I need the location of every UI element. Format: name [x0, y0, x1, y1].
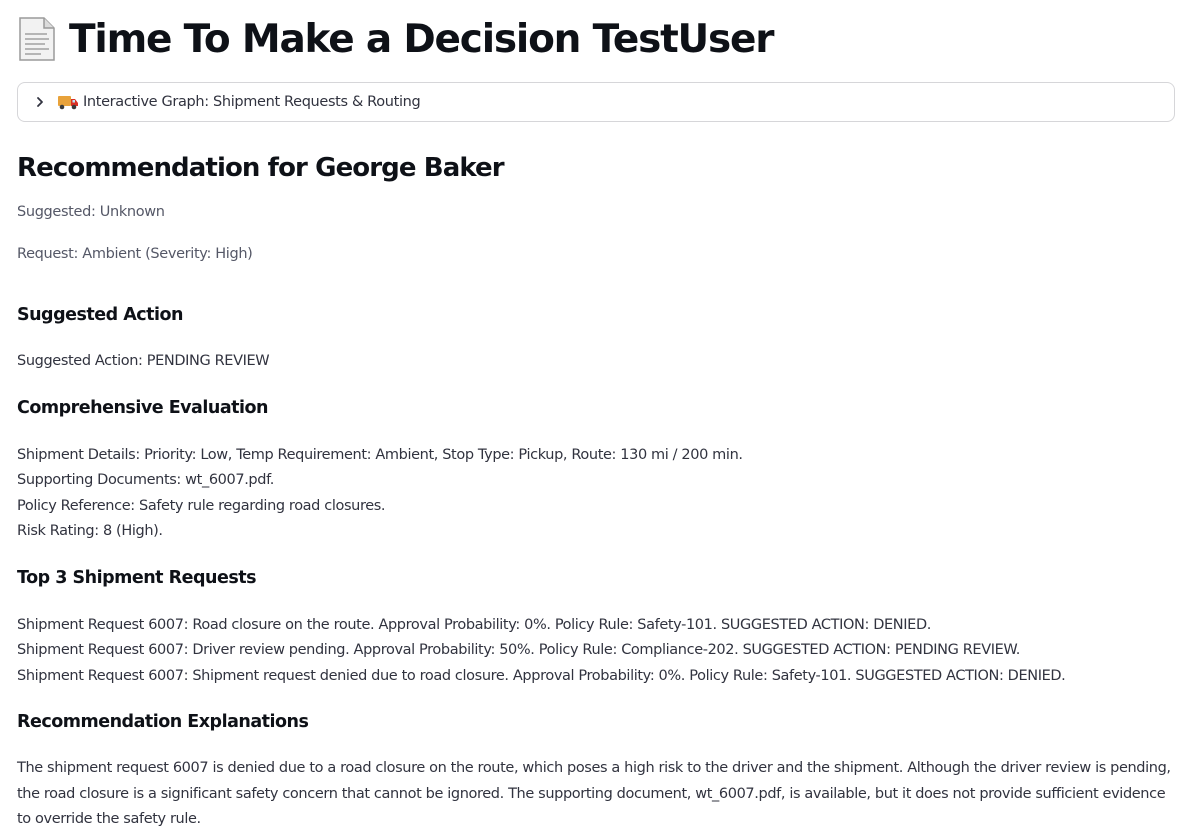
- suggested-action-heading: Suggested Action: [17, 305, 184, 325]
- page-header: Time To Make a Decision TestUser: [17, 0, 1175, 76]
- shipment-request-line: Shipment Request 6007: Driver review pen…: [17, 642, 1020, 658]
- top-requests-block: Shipment Request 6007: Road closure on t…: [17, 613, 1175, 690]
- evaluation-heading: Comprehensive Evaluation: [17, 397, 268, 418]
- delivery-truck-icon: [57, 94, 79, 110]
- shipment-request-line: Shipment Request 6007: Road closure on t…: [17, 616, 931, 633]
- document-page-icon: [17, 16, 57, 62]
- evaluation-line: Risk Rating: 8 (High).: [17, 523, 163, 539]
- evaluation-block: Shipment Details: Priority: Low, Temp Re…: [17, 443, 1175, 545]
- request-caption: Request: Ambient (Severity: High): [17, 246, 253, 262]
- top-requests-heading: Top 3 Shipment Requests: [17, 567, 257, 588]
- shipment-request-line: Shipment Request 6007: Shipment request …: [17, 667, 1066, 684]
- explanations-text: The shipment request 6007 is denied due …: [17, 760, 1171, 827]
- explanations-heading: Recommendation Explanations: [17, 712, 309, 732]
- expander-label: Interactive Graph: Shipment Requests & R…: [83, 94, 421, 110]
- chevron-right-icon: [33, 95, 47, 109]
- suggested-caption: Suggested: Unknown: [17, 204, 165, 220]
- page-title: Time To Make a Decision TestUser: [69, 16, 774, 62]
- evaluation-line: Shipment Details: Priority: Low, Temp Re…: [17, 446, 743, 463]
- evaluation-line: Policy Reference: Safety rule regarding …: [17, 497, 386, 514]
- evaluation-line: Supporting Documents: wt_6007.pdf.: [17, 472, 274, 488]
- suggested-action-text: Suggested Action: PENDING REVIEW: [17, 353, 270, 369]
- interactive-graph-expander[interactable]: Interactive Graph: Shipment Requests & R…: [17, 82, 1175, 122]
- recommendation-heading: Recommendation for George Baker: [17, 153, 505, 183]
- app-page: Time To Make a Decision TestUser Interac…: [0, 0, 1185, 835]
